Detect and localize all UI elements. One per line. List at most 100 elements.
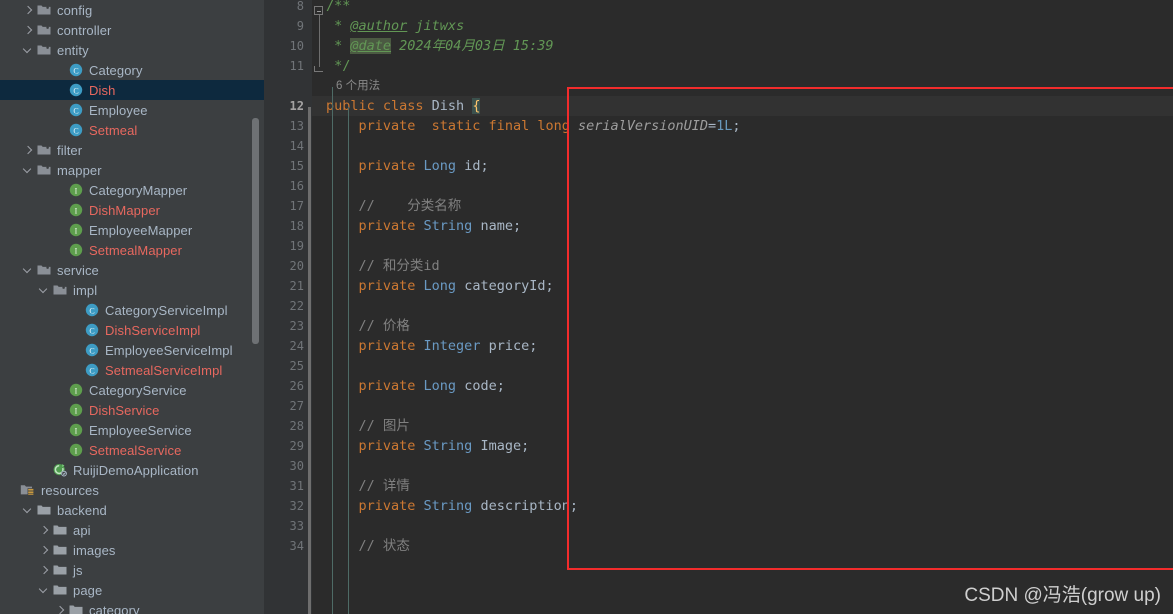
code-line[interactable]: private String name; [326, 216, 522, 236]
tree-item-impl[interactable]: impl [0, 280, 264, 300]
code-line[interactable]: */ [326, 56, 350, 76]
code-line[interactable]: // 价格 [326, 316, 410, 336]
code-token: name; [480, 218, 522, 234]
code-token: // 分类名称 [326, 198, 462, 214]
chevron-right-icon[interactable] [22, 25, 33, 36]
tree-item-label: images [73, 542, 116, 558]
tree-item-images[interactable]: images [0, 540, 264, 560]
tree-item-label: Setmeal [89, 122, 138, 138]
tree-item-filter[interactable]: filter [0, 140, 264, 160]
chevron-down-icon[interactable] [38, 285, 49, 296]
tree-item-setmealservice[interactable]: I SetmealService [0, 440, 264, 460]
code-line[interactable]: public class Dish { [326, 96, 481, 116]
tree-item-label: api [73, 522, 91, 538]
code-line[interactable]: private Integer price; [326, 336, 538, 356]
svg-text:C: C [89, 326, 94, 335]
java-class-icon: C [84, 362, 100, 378]
code-line[interactable]: * @author jitwxs [326, 16, 464, 36]
code-line[interactable]: // 详情 [326, 476, 410, 496]
tree-item-category[interactable]: category [0, 600, 264, 614]
indent-guide [348, 107, 349, 614]
tree-item-setmealmapper[interactable]: I SetmealMapper [0, 240, 264, 260]
code-token: private static final [358, 118, 538, 134]
editor-text-area[interactable]: /** * @author jitwxs * @date 2024年04月03日… [264, 0, 1173, 614]
tree-item-resources[interactable]: resources [0, 480, 264, 500]
tree-item-label: js [73, 562, 83, 578]
code-vision-usages-hint[interactable]: 6 个用法 [336, 76, 380, 96]
folder-icon [52, 522, 68, 538]
code-editor[interactable]: 8 9 10 11 12 13 14 15 16 17 18 19 20 21 22 23 24 25 26 27 28… [264, 0, 1173, 614]
tree-item-setmealserviceimpl[interactable]: C SetmealServiceImpl [0, 360, 264, 380]
tree-item-js[interactable]: js [0, 560, 264, 580]
code-folding-column[interactable] [312, 0, 326, 614]
code-line[interactable]: * @date 2024年04月03日 15:39 [326, 36, 553, 56]
code-line[interactable]: // 和分类id [326, 256, 440, 276]
java-interface-icon: I [68, 382, 84, 398]
code-line[interactable]: // 状态 [326, 536, 410, 556]
chevron-right-icon[interactable] [38, 545, 49, 556]
code-token: = [708, 118, 717, 134]
chevron-down-icon[interactable] [22, 505, 33, 516]
vcs-change-marker[interactable] [308, 107, 311, 614]
fold-region-end-icon[interactable] [314, 66, 323, 72]
tree-item-entity[interactable]: entity [0, 40, 264, 60]
code-line[interactable]: private Long code; [326, 376, 505, 396]
fold-collapse-icon[interactable] [314, 6, 323, 15]
tree-item-categorymapper[interactable]: I CategoryMapper [0, 180, 264, 200]
tree-item-label: Category [89, 62, 143, 78]
java-class-icon: C [68, 82, 84, 98]
code-token: jitwxs [407, 18, 465, 34]
tree-item-label: EmployeeMapper [89, 222, 193, 238]
tree-item-dishserviceimpl[interactable]: C DishServiceImpl [0, 320, 264, 340]
chevron-right-icon[interactable] [22, 5, 33, 16]
sidebar-scrollbar-thumb[interactable] [252, 118, 259, 344]
code-line[interactable]: // 图片 [326, 416, 410, 436]
code-line[interactable]: private static final long serialVersionU… [326, 116, 741, 136]
code-token: code; [464, 378, 505, 394]
tree-item-categoryservice[interactable]: I CategoryService [0, 380, 264, 400]
tree-item-service[interactable]: service [0, 260, 264, 280]
tree-item-dishmapper[interactable]: I DishMapper [0, 200, 264, 220]
code-line[interactable]: /** [326, 0, 350, 16]
tree-item-ruijidemoapplication[interactable]: RuijiDemoApplication [0, 460, 264, 480]
code-token: @date [350, 38, 392, 54]
code-line[interactable]: private Long id; [326, 156, 489, 176]
chevron-right-icon[interactable] [38, 525, 49, 536]
tree-item-employee[interactable]: C Employee [0, 100, 264, 120]
tree-item-employeemapper[interactable]: I EmployeeMapper [0, 220, 264, 240]
chevron-right-icon[interactable] [54, 605, 65, 614]
tree-item-page[interactable]: page [0, 580, 264, 600]
code-line[interactable]: // 分类名称 [326, 196, 462, 216]
package-folder-icon [36, 142, 52, 158]
tree-item-setmeal[interactable]: C Setmeal [0, 120, 264, 140]
code-line[interactable]: private String Image; [326, 436, 530, 456]
tree-item-categoryserviceimpl[interactable]: C CategoryServiceImpl [0, 300, 264, 320]
tree-item-config[interactable]: config [0, 0, 264, 20]
chevron-down-icon[interactable] [22, 45, 33, 56]
tree-item-dishservice[interactable]: I DishService [0, 400, 264, 420]
chevron-down-icon[interactable] [22, 265, 33, 276]
tree-item-employeeserviceimpl[interactable]: C EmployeeServiceImpl [0, 340, 264, 360]
tree-item-label: filter [57, 142, 83, 158]
tree-item-controller[interactable]: controller [0, 20, 264, 40]
chevron-down-icon[interactable] [22, 165, 33, 176]
tree-item-category[interactable]: C Category [0, 60, 264, 80]
project-tree-panel[interactable]: config controller entity C Category C Dish C Emp… [0, 0, 264, 614]
tree-item-dish[interactable]: C Dish [0, 80, 264, 100]
chevron-right-icon[interactable] [22, 145, 33, 156]
chevron-right-icon[interactable] [38, 565, 49, 576]
tree-item-employeeservice[interactable]: I EmployeeService [0, 420, 264, 440]
tree-item-api[interactable]: api [0, 520, 264, 540]
tree-item-backend[interactable]: backend [0, 500, 264, 520]
tree-item-label: resources [41, 482, 99, 498]
code-line[interactable]: private Long categoryId; [326, 276, 554, 296]
code-line[interactable]: private String description; [326, 496, 578, 516]
chevron-down-icon[interactable] [38, 585, 49, 596]
tree-item-mapper[interactable]: mapper [0, 160, 264, 180]
